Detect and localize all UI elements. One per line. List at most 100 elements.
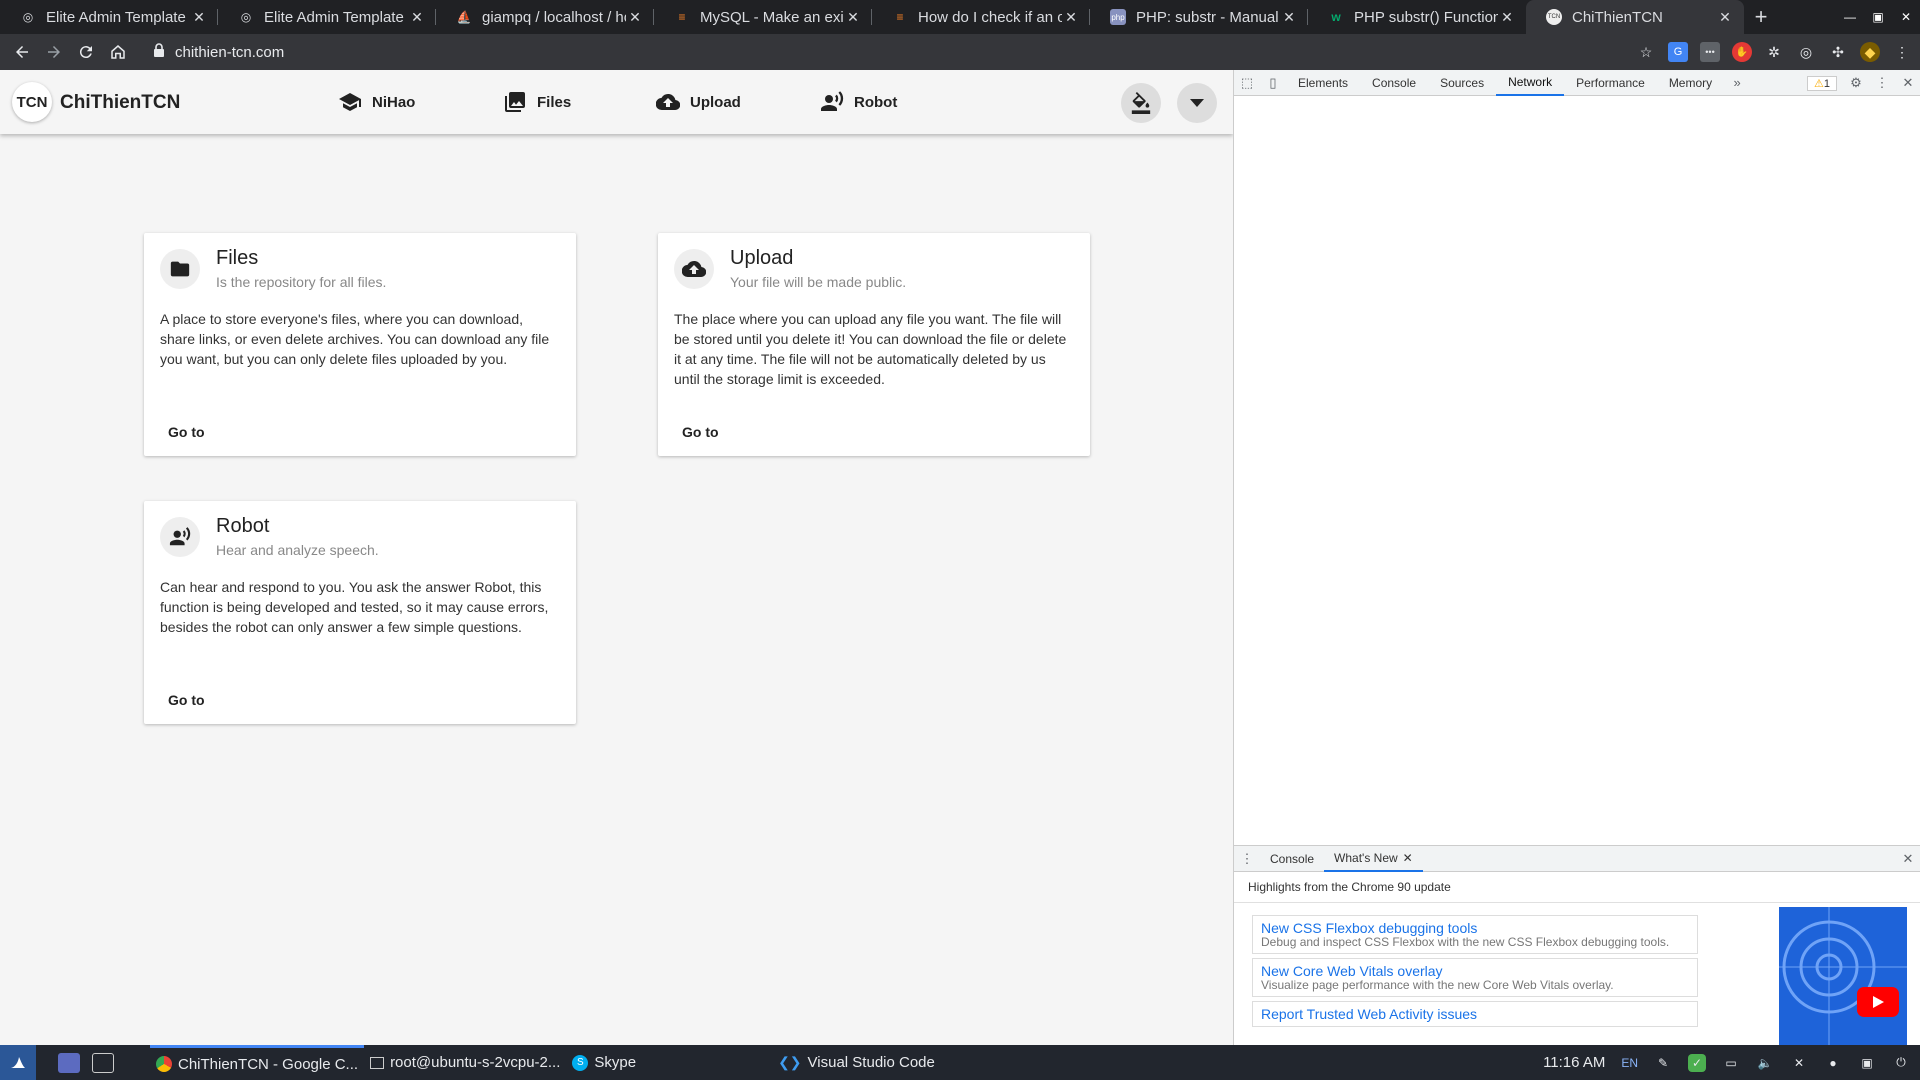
close-icon[interactable]: ✕: [626, 9, 644, 26]
reload-icon: [79, 46, 92, 59]
vscode-icon: ❮❯: [778, 1054, 802, 1070]
show-desktop-button[interactable]: [86, 1045, 120, 1080]
lock-screen-icon[interactable]: ▣: [1858, 1054, 1876, 1072]
go-to-files-button[interactable]: Go to: [160, 416, 213, 448]
devtools-tab-network[interactable]: Network: [1496, 70, 1565, 96]
browser-tab[interactable]: ◎ Elite Admin Template ✕: [218, 0, 436, 34]
browser-tab[interactable]: ⛵ giampq / localhost / ho ✕: [436, 0, 654, 34]
kebab-menu-icon[interactable]: ⋮: [1869, 70, 1895, 96]
devtools-tab-performance[interactable]: Performance: [1564, 70, 1657, 96]
browser-tab[interactable]: w PHP substr() Function ✕: [1308, 0, 1526, 34]
warning-count: 1: [1823, 77, 1830, 90]
news-title-link[interactable]: New Core Web Vitals overlay: [1261, 963, 1689, 979]
target-extension-icon[interactable]: ◎: [1796, 42, 1816, 62]
close-window-icon[interactable]: ✕: [1892, 0, 1920, 34]
new-tab-button[interactable]: +: [1744, 0, 1778, 34]
system-tray: 11:16 AM EN ✎ ✓ ▭ 🔈 ✕ ● ▣ ⏻: [1543, 1045, 1920, 1080]
update-check-icon[interactable]: ✓: [1688, 1053, 1706, 1072]
news-title-link[interactable]: New CSS Flexbox debugging tools: [1261, 920, 1689, 936]
tab-title: How do I check if an ob: [918, 8, 1062, 26]
browser-tab-active[interactable]: TCN ChiThienTCN ✕: [1526, 0, 1744, 34]
devtools-tab-console[interactable]: Console: [1360, 70, 1428, 96]
clip-icon[interactable]: ✎: [1654, 1054, 1672, 1072]
news-item[interactable]: New Core Web Vitals overlay Visualize pa…: [1252, 958, 1698, 997]
settings-extension-icon[interactable]: ✲: [1764, 42, 1784, 62]
news-item[interactable]: New CSS Flexbox debugging tools Debug an…: [1252, 915, 1698, 954]
settings-gear-icon[interactable]: ⚙: [1843, 70, 1869, 96]
home-button[interactable]: [102, 36, 134, 68]
format-color-fill-icon: [1131, 92, 1151, 114]
browser-tab[interactable]: ≡ MySQL - Make an exist ✕: [654, 0, 872, 34]
devtools-tab-memory[interactable]: Memory: [1657, 70, 1724, 96]
taskbar-item-vscode[interactable]: ❮❯ Visual Studio Code: [772, 1045, 941, 1080]
browser-tab[interactable]: ◎ Elite Admin Template - ✕: [0, 0, 218, 34]
more-tabs-icon[interactable]: »: [1724, 70, 1750, 96]
drawer-tab-console[interactable]: Console: [1260, 846, 1324, 872]
go-to-robot-button[interactable]: Go to: [160, 684, 213, 716]
profile-avatar-icon[interactable]: ◆: [1860, 42, 1880, 62]
close-icon[interactable]: ✕: [1498, 9, 1516, 26]
nav-upload[interactable]: Upload: [656, 90, 741, 114]
brand-title[interactable]: ChiThienTCN: [60, 92, 180, 114]
youtube-play-icon[interactable]: [1857, 987, 1899, 1017]
taskbar-item-skype[interactable]: S Skype: [566, 1045, 642, 1080]
volume-icon[interactable]: 🔈: [1756, 1054, 1774, 1072]
browser-menu-icon[interactable]: ⋮: [1892, 42, 1912, 62]
notifications-off-icon[interactable]: ✕: [1790, 1054, 1808, 1072]
display-icon[interactable]: ▭: [1722, 1054, 1740, 1072]
warnings-badge[interactable]: ⚠1: [1807, 75, 1837, 91]
translate-extension-icon[interactable]: G: [1668, 42, 1688, 62]
close-icon[interactable]: ✕: [1716, 9, 1734, 26]
app-logo[interactable]: TCN: [12, 82, 52, 122]
devtools-tab-elements[interactable]: Elements: [1286, 70, 1360, 96]
app-launcher-icon: [11, 1056, 25, 1068]
close-icon[interactable]: ✕: [844, 9, 862, 26]
clock[interactable]: 11:16 AM: [1543, 1054, 1605, 1072]
news-description: Debug and inspect CSS Flexbox with the n…: [1261, 935, 1670, 949]
nav-files[interactable]: Files: [503, 90, 571, 114]
close-icon[interactable]: ✕: [190, 9, 208, 26]
inspect-element-icon[interactable]: ⬚: [1234, 70, 1260, 96]
puzzle-extensions-icon[interactable]: ✣: [1828, 42, 1848, 62]
theme-button[interactable]: [1121, 83, 1161, 123]
keyboard-layout[interactable]: EN: [1621, 1054, 1638, 1072]
close-icon[interactable]: ✕: [1062, 9, 1080, 26]
video-thumbnail[interactable]: [1779, 907, 1907, 1052]
browser-tab[interactable]: php PHP: substr - Manual ✕: [1090, 0, 1308, 34]
close-icon[interactable]: ✕: [1280, 9, 1298, 26]
password-extension-icon[interactable]: •••: [1700, 42, 1720, 62]
devtools-tab-sources[interactable]: Sources: [1428, 70, 1496, 96]
drawer-tab-whats-new[interactable]: What's New ✕: [1324, 846, 1423, 872]
browser-tab[interactable]: ≡ How do I check if an ob ✕: [872, 0, 1090, 34]
taskbar-item-terminal[interactable]: root@ubuntu-s-2vcpu-2...: [364, 1045, 566, 1080]
power-icon[interactable]: ⏻: [1892, 1054, 1910, 1072]
skype-icon: S: [572, 1054, 589, 1071]
close-icon[interactable]: ✕: [408, 9, 426, 26]
w3schools-icon: w: [1331, 10, 1341, 24]
network-icon[interactable]: ●: [1824, 1054, 1842, 1072]
drawer-menu-icon[interactable]: ⋮: [1234, 846, 1260, 872]
bookmark-star-icon[interactable]: ☆: [1636, 42, 1656, 62]
nav-nihao[interactable]: NiHao: [338, 90, 415, 114]
forward-button[interactable]: [38, 36, 70, 68]
start-menu-button[interactable]: [0, 1045, 36, 1080]
news-title-link[interactable]: Report Trusted Web Activity issues: [1261, 1006, 1689, 1022]
taskbar-item-chrome[interactable]: ChiThienTCN - Google C...: [150, 1045, 365, 1080]
go-to-upload-button[interactable]: Go to: [674, 416, 727, 448]
close-tab-icon[interactable]: ✕: [1403, 851, 1413, 865]
dropdown-menu-button[interactable]: [1177, 83, 1217, 123]
back-button[interactable]: [6, 36, 38, 68]
news-item[interactable]: Report Trusted Web Activity issues: [1252, 1001, 1698, 1027]
nav-robot[interactable]: Robot: [820, 90, 897, 114]
device-toolbar-icon[interactable]: ▯: [1260, 70, 1286, 96]
adblock-extension-icon[interactable]: ✋: [1732, 42, 1752, 62]
minimize-icon[interactable]: —: [1836, 0, 1864, 34]
chrome-graphic-icon: [1779, 907, 1907, 1052]
tab-title: ChiThienTCN: [1572, 8, 1663, 26]
close-drawer-icon[interactable]: ✕: [1895, 846, 1920, 872]
workspace-switcher[interactable]: [52, 1045, 86, 1080]
close-devtools-icon[interactable]: ✕: [1895, 70, 1920, 96]
maximize-icon[interactable]: ▣: [1864, 0, 1892, 34]
stackoverflow-icon: ≡: [896, 10, 904, 24]
reload-button[interactable]: [70, 36, 102, 68]
